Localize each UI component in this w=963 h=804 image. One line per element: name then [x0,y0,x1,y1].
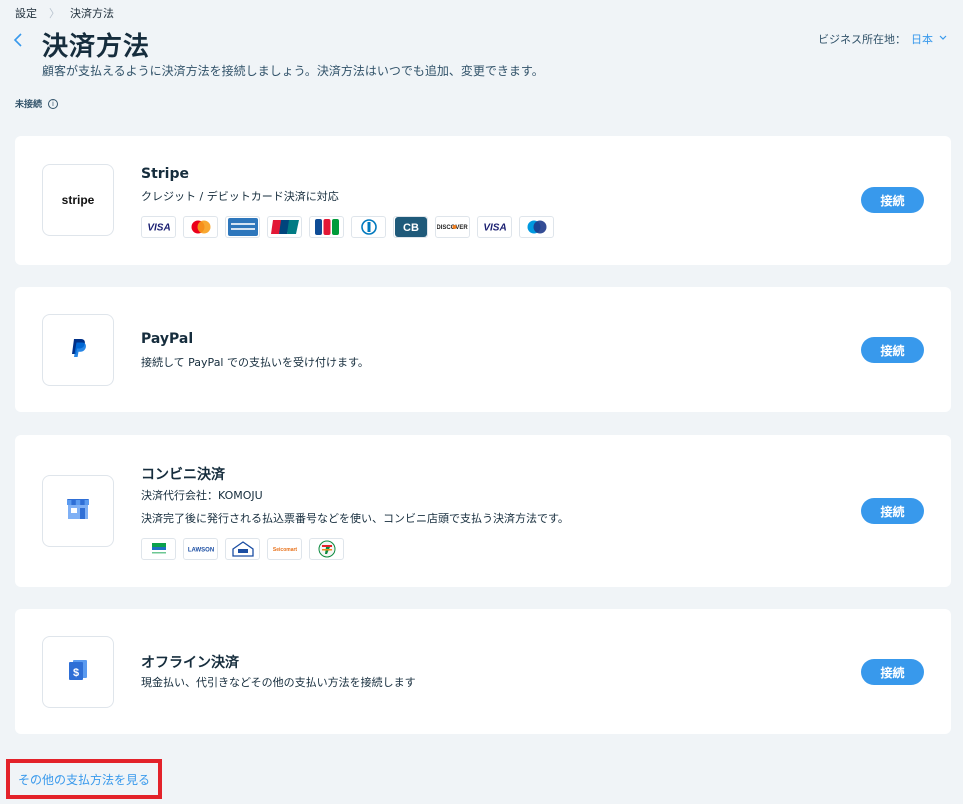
ministop-icon [225,538,260,560]
svg-text:VISA: VISA [483,223,506,233]
card-description: クレジット / デビットカード決済に対応 [141,190,339,203]
info-icon[interactable]: i [48,98,59,109]
connect-konbini-button[interactable]: 接続 [861,498,924,524]
payment-method-card-konbini: コンビニ決済 決済代行会社：KOMOJU 決済完了後に発行される払込票番号などを… [15,435,951,587]
breadcrumb: 設定 〉 決済方法 [15,5,114,21]
jcb-icon [309,216,344,238]
paypal-logo [42,314,114,386]
see-more-payment-methods-link[interactable]: その他の支払方法を見る [6,759,162,799]
breadcrumb-current: 決済方法 [70,7,114,20]
konbini-logo [42,475,114,547]
store-icon [65,497,91,525]
card-provider: 決済代行会社：KOMOJU [141,489,263,502]
svg-text:DISCOVER: DISCOVER [437,225,468,231]
seicomart-icon: Seicomart [267,538,302,560]
card-title: Stripe [141,166,189,182]
stripe-logo-text: stripe [61,193,95,207]
payment-method-card-offline: $ オフライン決済 現金払い、代引きなどその他の支払い方法を接続します 接続 [15,609,951,734]
card-description: 現金払い、代引きなどその他の支払い方法を接続します [141,676,416,689]
svg-text:LAWSON: LAWSON [187,548,213,554]
back-arrow-icon[interactable] [13,33,27,51]
cb-icon: CB [393,216,428,238]
payment-method-card-stripe: stripe Stripe クレジット / デビットカード決済に対応 VISA … [15,136,951,265]
section-label-text: 未接続 [15,100,43,110]
offline-logo: $ [42,636,114,708]
lawson-icon: LAWSON [183,538,218,560]
seven-eleven-icon [309,538,344,560]
svg-text:Seicomart: Seicomart [272,547,297,553]
unionpay-icon [267,216,302,238]
visa-icon: VISA [477,216,512,238]
card-title: コンビニ決済 [141,467,225,483]
business-location: ビジネス所在地： 日本 [818,31,947,47]
section-label-unconnected: 未接続 i [15,97,59,110]
svg-text:VISA: VISA [147,223,170,233]
stripe-logo: stripe [42,164,114,236]
store-badges: LAWSON Seicomart [141,538,344,560]
visa-icon: VISA [141,216,176,238]
mastercard-icon [183,216,218,238]
svg-text:$: $ [73,667,79,679]
chevron-down-icon[interactable] [939,34,947,44]
paypal-icon [69,338,87,362]
maestro-icon [519,216,554,238]
page-title: 決済方法 [42,32,151,62]
familymart-icon [141,538,176,560]
card-title: オフライン決済 [141,655,239,671]
connect-offline-button[interactable]: 接続 [861,659,924,685]
page-subtitle: 顧客が支払えるように決済方法を接続しましょう。決済方法はいつでも追加、変更できま… [42,64,544,78]
cash-icon: $ [68,659,88,685]
card-description: 決済完了後に発行される払込票番号などを使い、コンビニ店頭で支払う決済方法です。 [141,512,569,525]
card-title: PayPal [141,331,194,347]
connect-paypal-button[interactable]: 接続 [861,337,924,363]
breadcrumb-parent[interactable]: 設定 [15,5,37,21]
card-brand-badges: VISA CB DISCOVER VISA [141,216,554,238]
business-location-dropdown[interactable]: 日本 [911,31,933,47]
payment-method-card-paypal: PayPal 接続して PayPal での支払いを受け付けます。 接続 [15,287,951,412]
svg-text:CB: CB [403,222,419,234]
connect-stripe-button[interactable]: 接続 [861,187,924,213]
amex-icon [225,216,260,238]
diners-club-icon [351,216,386,238]
business-location-label: ビジネス所在地： [818,33,906,46]
breadcrumb-separator: 〉 [49,7,60,20]
discover-icon: DISCOVER [435,216,470,238]
card-description: 接続して PayPal での支払いを受け付けます。 [141,356,369,369]
